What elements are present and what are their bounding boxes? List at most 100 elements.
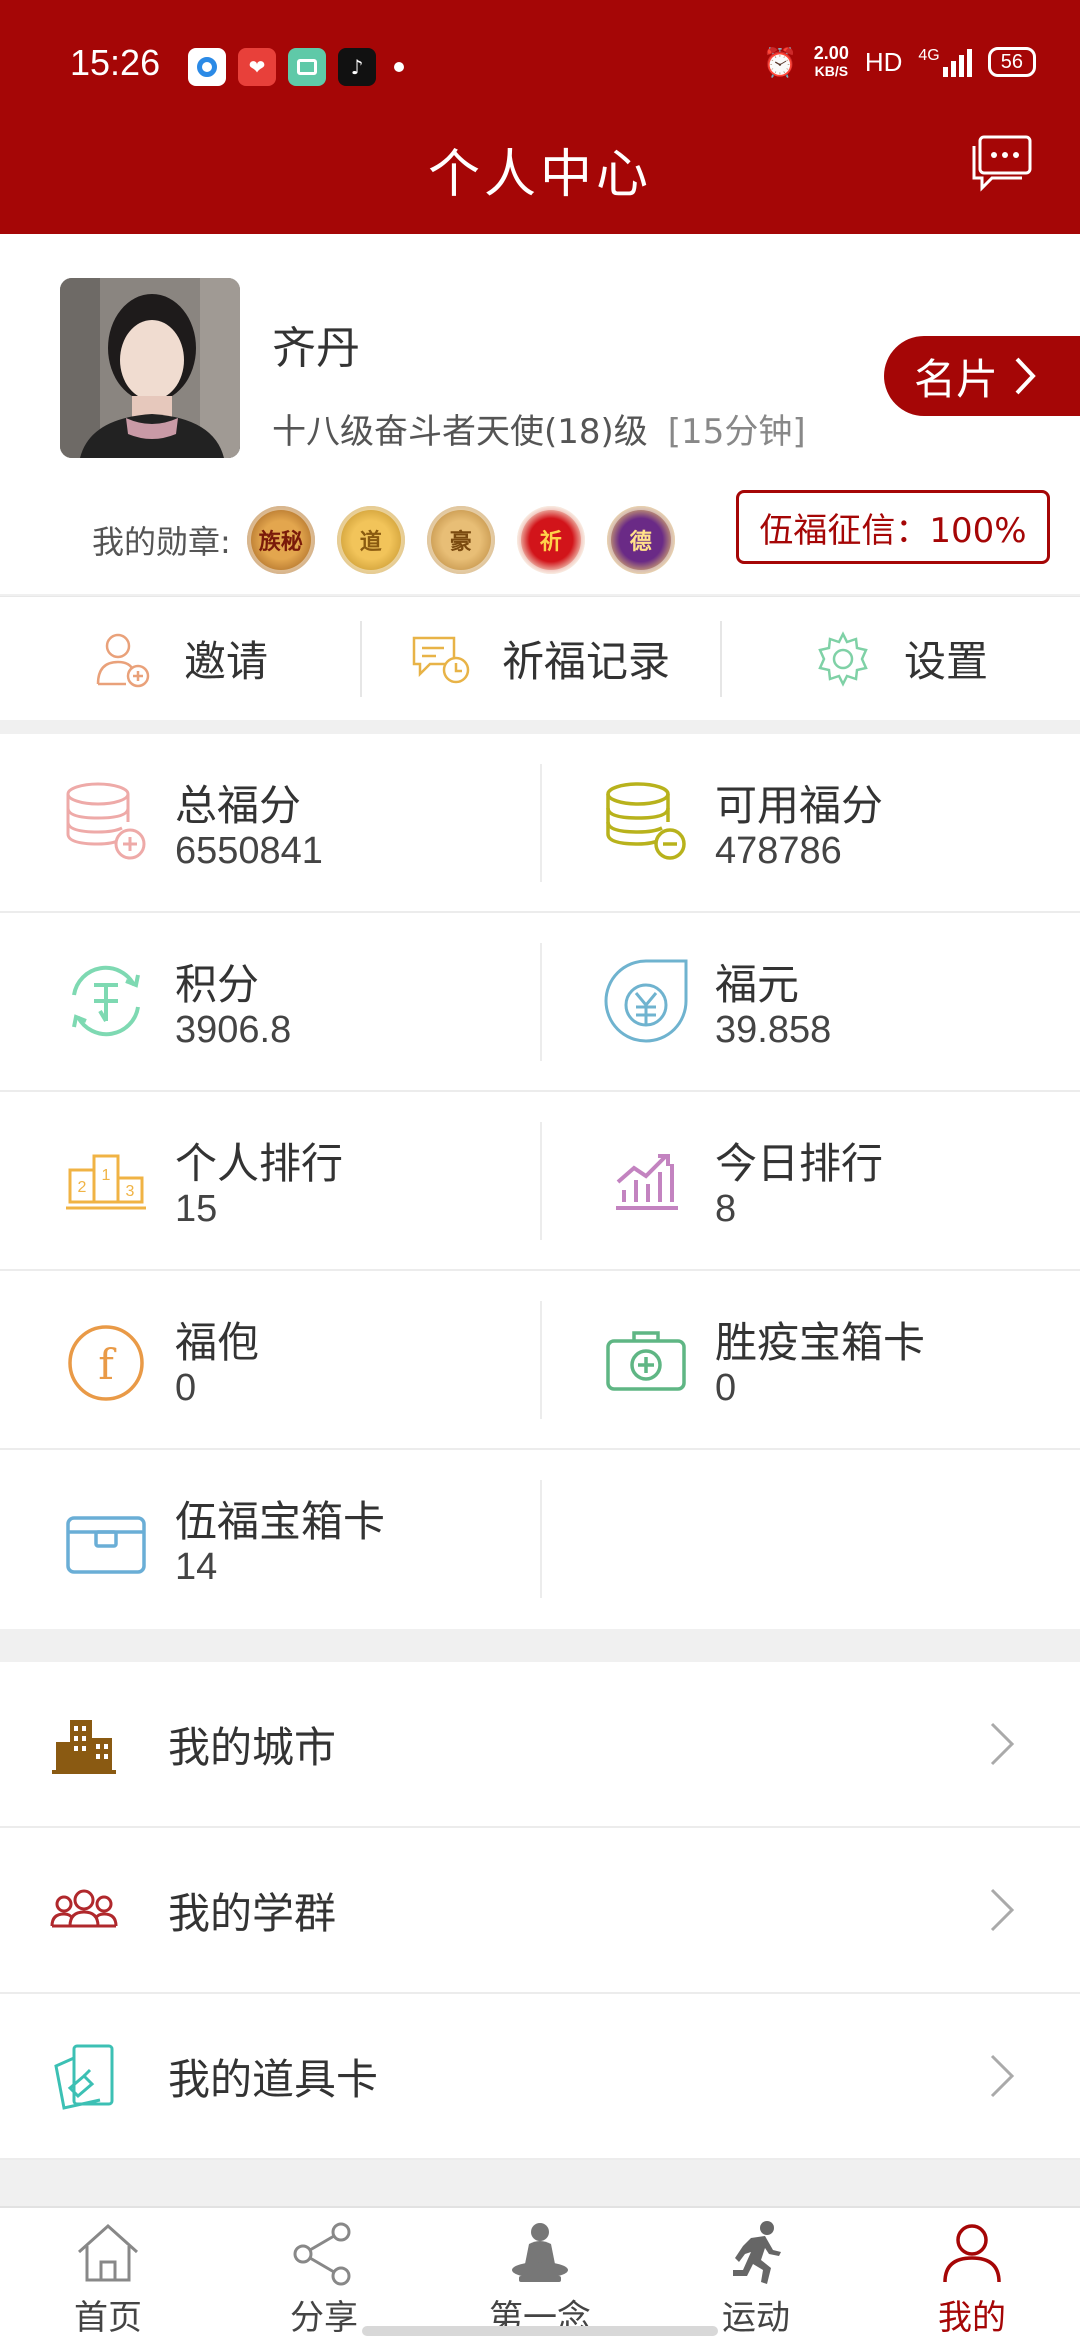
prop-card-icon [54,2044,114,2110]
stats-grid: 总福分 6550841 可用福分 478786 积分 3906.8 福元 39.… [0,734,1080,1629]
page-title: 个人中心 [427,145,652,205]
net-speed: 2.00 KB/S [813,43,849,79]
menu-item-my-city[interactable]: 我的城市 [0,1662,1080,1828]
stat-value: 14 [175,1546,218,1588]
battery-indicator: 56 [987,47,1036,77]
medals-row: 我的勋章: 族秘 道 豪 祈 德 [92,506,697,574]
alarm-icon: ⏰ [762,46,798,78]
status-indicators: ⏰ 2.00 KB/S HD 4G 56 [763,44,1036,80]
stat-total-points[interactable]: 总福分 6550841 [0,734,540,911]
status-bar: 15:26 ❤ ♪ ⏰ 2.00 KB/S HD 4G 56 [0,0,1080,130]
avatar[interactable] [60,278,240,458]
menu-item-label: 我的道具卡 [168,2054,379,2104]
stats-row: f 福佨 0 胜疫宝箱卡 0 [0,1271,1080,1450]
medal-badge-icon[interactable]: 族秘 [246,506,315,574]
gear-icon [818,630,868,687]
medal-badge-icon[interactable]: 德 [606,506,675,574]
menu-item-label: 我的城市 [168,1722,337,1772]
stat-wufu-card[interactable]: 伍福宝箱卡 14 [0,1450,540,1629]
svg-text:3: 3 [126,1183,135,1200]
nav-first-thought[interactable]: 第一念 [432,2208,648,2340]
stat-shengyi-card[interactable]: 胜疫宝箱卡 0 [540,1271,1080,1448]
coin-f-icon: f [68,1325,144,1401]
stat-today-rank[interactable]: 今日排行 8 [540,1092,1080,1269]
yen-drop-icon [604,959,688,1043]
business-card-button[interactable]: 名片 [884,336,1080,416]
app-notification-icon [288,48,326,86]
level-text: 十八级奋斗者天使(18)级 [272,412,648,452]
invite-user-icon [96,633,150,687]
business-card-label: 名片 [914,354,999,404]
network-type: 4G [918,47,940,64]
stat-label: 伍福宝箱卡 [175,1497,386,1546]
stat-personal-rank[interactable]: 1 2 3 个人排行 15 [0,1092,540,1269]
stat-value: 478786 [715,830,842,872]
medals-label: 我的勋章: [92,523,231,561]
nav-share[interactable]: 分享 [216,2208,432,2340]
settings-button[interactable]: 设置 [720,597,1080,720]
home-icon [77,2223,139,2282]
signal-icon: 4G [918,47,972,77]
stat-label: 积分 [175,960,260,1009]
status-time: 15:26 [70,42,161,83]
user-icon [943,2224,1001,2283]
invite-label: 邀请 [183,637,268,686]
profile-card: 齐丹 十八级奋斗者天使(18)级 [15分钟] 名片 我的勋章: 族秘 道 豪 祈… [0,234,1080,594]
blessing-record-button[interactable]: 祈福记录 [360,597,720,720]
app-notification-icon [188,48,226,86]
buddha-icon [512,2223,568,2282]
treasure-box-icon [66,1516,146,1574]
app-notification-icon: ❤ [238,48,276,86]
app-header: 15:26 ❤ ♪ ⏰ 2.00 KB/S HD 4G 56 个人中心 [0,0,1080,234]
podium-icon: 1 2 3 [66,1154,146,1210]
notification-icons: ❤ ♪ [188,48,404,86]
stat-fubao[interactable]: f 福佨 0 [0,1271,540,1448]
stats-row: 总福分 6550841 可用福分 478786 [0,734,1080,913]
svg-text:2: 2 [78,1179,87,1196]
nav-sports[interactable]: 运动 [648,2208,864,2340]
coins-minus-icon [606,782,686,860]
stat-value: 39.858 [715,1009,832,1051]
chevron-right-icon [990,1888,1015,1932]
points-exchange-icon [72,965,140,1037]
menu-item-my-prop-cards[interactable]: 我的道具卡 [0,1994,1080,2160]
stat-value: 0 [715,1367,737,1409]
running-icon [733,2221,781,2284]
nav-label: 分享 [290,2298,358,2338]
stat-value: 3906.8 [175,1009,292,1051]
stat-empty-cell [540,1450,1080,1629]
stat-available-points[interactable]: 可用福分 478786 [540,734,1080,911]
stat-label: 可用福分 [715,781,884,830]
invite-button[interactable]: 邀请 [0,597,360,720]
stat-fuyuan[interactable]: 福元 39.858 [540,913,1080,1090]
coins-plus-icon [66,782,146,860]
more-notifications-dot [394,62,404,72]
city-buildings-icon [52,1720,116,1774]
blessing-record-label: 祈福记录 [501,637,670,686]
medal-badge-icon[interactable]: 豪 [426,506,495,574]
action-row: 邀请 祈福记录 设置 [0,596,1080,720]
stat-label: 今日排行 [715,1139,884,1188]
stat-label: 个人排行 [175,1139,344,1188]
nav-mine[interactable]: 我的 [864,2208,1080,2340]
bottom-navigation: 首页 分享 第一念 运动 我的 [0,2206,1080,2340]
message-icon[interactable] [970,134,1034,192]
stat-points[interactable]: 积分 3906.8 [0,913,540,1090]
user-name: 齐丹 [272,323,360,374]
stat-value: 8 [715,1188,737,1230]
chevron-right-icon [1015,357,1036,395]
home-indicator[interactable] [362,2326,718,2336]
stat-value: 15 [175,1188,218,1230]
stat-value: 0 [175,1367,197,1409]
nav-label: 我的 [938,2298,1006,2338]
nav-home[interactable]: 首页 [0,2208,216,2340]
stats-row: 伍福宝箱卡 14 [0,1450,1080,1629]
menu-item-my-group[interactable]: 我的学群 [0,1828,1080,1994]
stat-label: 总福分 [175,781,302,830]
chevron-right-icon [990,1722,1015,1766]
credit-badge[interactable]: 伍福征信：100% [736,490,1050,564]
nav-label: 运动 [722,2298,790,2338]
medal-badge-icon[interactable]: 道 [336,506,405,574]
medical-kit-icon [606,1331,686,1391]
medal-badge-icon[interactable]: 祈 [516,506,585,574]
